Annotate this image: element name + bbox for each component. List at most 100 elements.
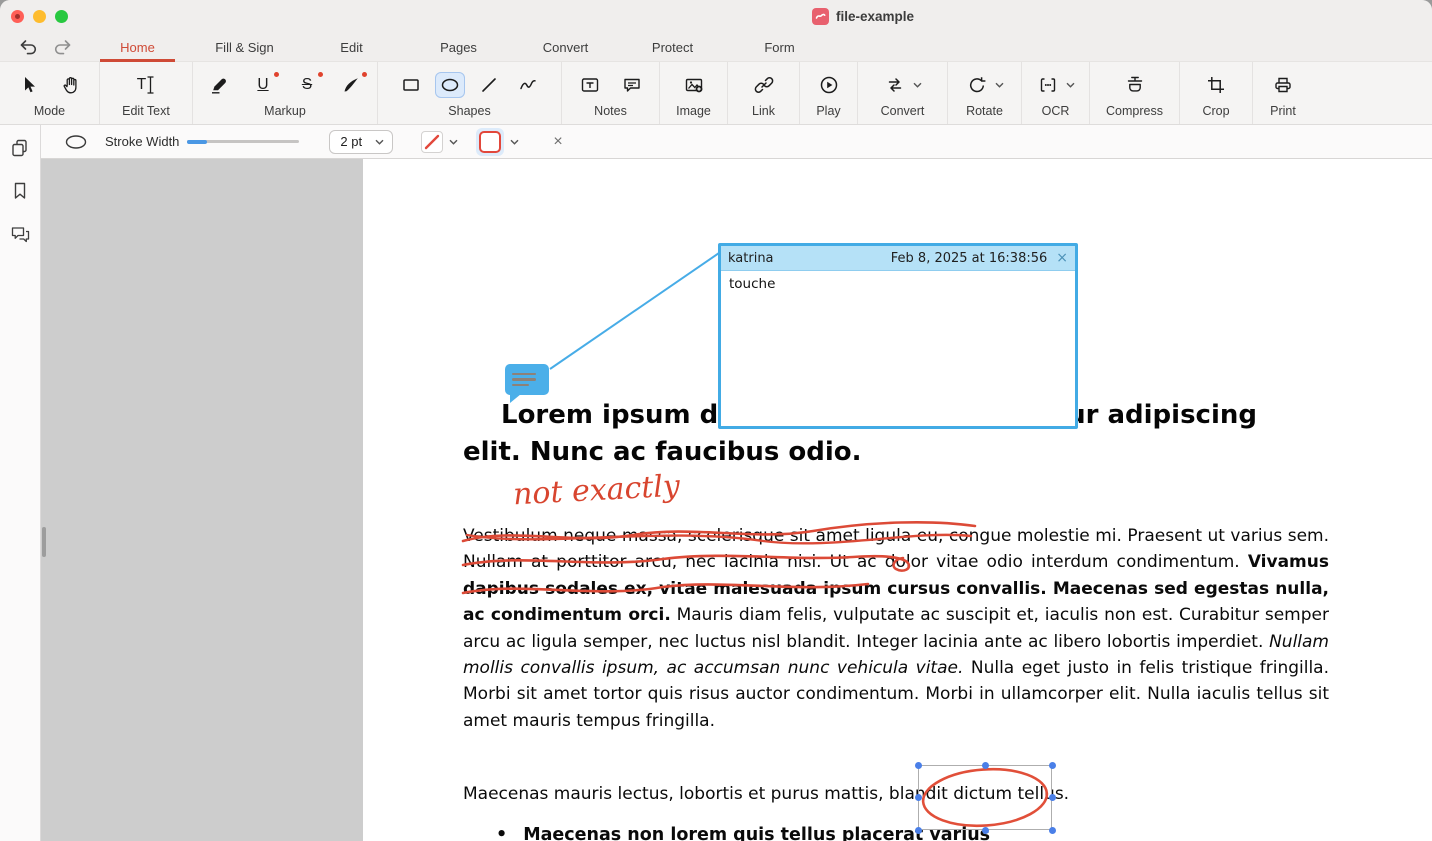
compress-button[interactable] — [1120, 72, 1150, 98]
ocr-scan-icon — [1038, 75, 1058, 95]
selection-bounding-box — [918, 765, 1052, 830]
rectangle-shape-button[interactable] — [396, 72, 426, 98]
play-button[interactable] — [814, 72, 844, 98]
zoom-window-button[interactable] — [55, 10, 68, 23]
tab-form[interactable]: Form — [742, 33, 817, 62]
app-window: file-example Home Fill & Sign Edit Pages… — [0, 0, 1432, 841]
tab-edit[interactable]: Edit — [314, 33, 389, 62]
toolbar-group-label: Convert — [881, 104, 925, 118]
pen-button[interactable] — [336, 72, 366, 98]
insert-image-button[interactable] — [679, 72, 709, 98]
toolbar-group-label: Image — [676, 104, 711, 118]
selection-handle[interactable] — [915, 762, 922, 769]
link-icon — [754, 75, 774, 95]
color-dot — [318, 72, 323, 77]
minimize-window-button[interactable] — [33, 10, 46, 23]
tab-pages[interactable]: Pages — [421, 33, 496, 62]
rotate-button[interactable] — [965, 72, 989, 98]
bookmarks-panel-button[interactable] — [9, 180, 31, 202]
stroke-color-swatch[interactable] — [421, 131, 443, 153]
toolbar-group-ocr: OCR — [1022, 62, 1090, 124]
comment-body-input[interactable]: touche — [721, 271, 1075, 426]
handwriting-annotation[interactable]: not exactly — [512, 469, 681, 513]
chevron-down-icon — [510, 139, 519, 145]
tab-fill-and-sign[interactable]: Fill & Sign — [207, 33, 282, 62]
fill-color-swatch[interactable] — [479, 131, 501, 153]
selection-handle[interactable] — [1049, 794, 1056, 801]
toolbar-group-compress: Compress — [1090, 62, 1180, 124]
toolbar-group-edit-text: T Edit Text — [100, 62, 193, 124]
selection-handle[interactable] — [1049, 827, 1056, 834]
text-note-button[interactable] — [575, 72, 605, 98]
chevron-down-icon[interactable] — [995, 82, 1004, 88]
close-window-button[interactable] — [11, 10, 24, 23]
cursor-icon — [19, 75, 39, 95]
selection-handle[interactable] — [1049, 762, 1056, 769]
toolbar-group-crop: Crop — [1180, 62, 1253, 124]
stroke-width-select[interactable]: 2 pt — [329, 130, 393, 154]
toolbar-group-label: Print — [1270, 104, 1296, 118]
thumbnails-panel-button[interactable] — [9, 137, 31, 159]
comment-popup[interactable]: katrina Feb 8, 2025 at 16:38:56 × touche — [718, 243, 1078, 429]
comment-popup-header[interactable]: katrina Feb 8, 2025 at 16:38:56 × — [721, 246, 1075, 271]
chevron-down-icon[interactable] — [913, 82, 922, 88]
insert-link-button[interactable] — [749, 72, 779, 98]
select-mode-button[interactable] — [14, 72, 44, 98]
tab-home[interactable]: Home — [100, 33, 175, 62]
hand-mode-button[interactable] — [56, 72, 86, 98]
ellipse-shape-button[interactable] — [435, 72, 465, 98]
printer-icon — [1273, 75, 1293, 95]
underline-button[interactable]: U — [248, 72, 278, 98]
strikethrough-button[interactable]: S — [292, 72, 322, 98]
chevron-down-icon — [449, 139, 458, 145]
convert-button[interactable] — [883, 72, 907, 98]
undo-icon[interactable] — [16, 37, 40, 57]
crop-button[interactable] — [1201, 72, 1231, 98]
pages-icon — [10, 138, 30, 158]
toolbar-group-markup: U S Markup — [193, 62, 378, 124]
pen-icon — [341, 75, 361, 95]
tab-convert[interactable]: Convert — [528, 33, 603, 62]
toolbar-group-label: Play — [816, 104, 840, 118]
scribble-shape-button[interactable] — [513, 72, 543, 98]
left-panel-rail — [0, 125, 41, 841]
selection-handle[interactable] — [915, 827, 922, 834]
traffic-lights — [0, 10, 68, 23]
line-icon — [479, 75, 499, 95]
fill-color-selected-highlight — [476, 128, 504, 156]
edit-text-icon: T — [137, 77, 146, 93]
ellipse-annotation-selected[interactable] — [915, 762, 1055, 833]
color-dot — [274, 72, 279, 77]
text-box-icon — [580, 75, 600, 95]
tab-protect[interactable]: Protect — [635, 33, 710, 62]
document-canvas[interactable]: katrina Feb 8, 2025 at 16:38:56 × touche… — [41, 159, 1432, 841]
window-title: file-example — [836, 9, 914, 24]
slider-fill — [187, 140, 207, 144]
toolbar-group-print: Print — [1253, 62, 1313, 124]
selection-handle[interactable] — [982, 827, 989, 834]
edit-text-button[interactable]: T — [131, 72, 161, 98]
chevron-down-icon[interactable] — [1066, 82, 1075, 88]
close-comment-icon[interactable]: × — [1056, 251, 1068, 265]
line-shape-button[interactable] — [474, 72, 504, 98]
selection-handle[interactable] — [915, 794, 922, 801]
close-properties-bar-button[interactable]: × — [553, 134, 562, 150]
pdf-page[interactable]: katrina Feb 8, 2025 at 16:38:56 × touche… — [363, 159, 1432, 841]
comment-note-button[interactable] — [617, 72, 647, 98]
paragraph-text: Vestibulum neque massa, scelerisque sit … — [463, 526, 1329, 572]
highlight-button[interactable] — [204, 72, 234, 98]
toolbar-group-label: Shapes — [448, 104, 490, 118]
selection-handle[interactable] — [982, 762, 989, 769]
toolbar-group-label: OCR — [1042, 104, 1070, 118]
text-caret-icon — [146, 76, 155, 94]
comment-note-icon[interactable] — [505, 364, 549, 395]
annotations-panel-button[interactable] — [9, 223, 31, 245]
rotate-icon — [967, 75, 987, 95]
redo-icon[interactable] — [50, 37, 74, 57]
scrollbar-thumb[interactable] — [42, 527, 46, 557]
ocr-button[interactable] — [1036, 72, 1060, 98]
note-line — [512, 378, 536, 381]
stroke-width-slider[interactable] — [187, 135, 299, 149]
print-button[interactable] — [1268, 72, 1298, 98]
titlebar: file-example — [0, 0, 1432, 33]
